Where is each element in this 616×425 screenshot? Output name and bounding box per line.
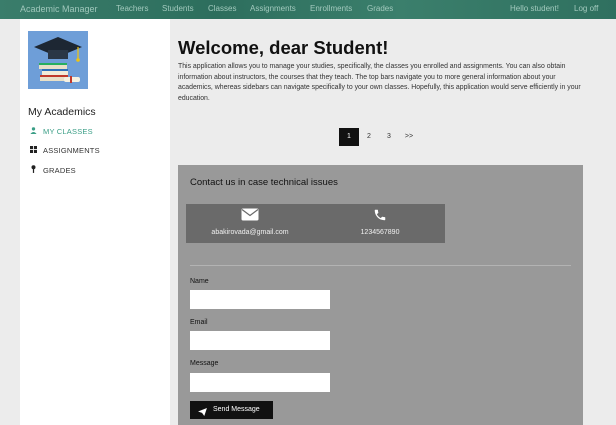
- sidebar-item-label: GRADES: [43, 166, 76, 175]
- divider: [190, 265, 571, 266]
- envelope-icon: [241, 208, 259, 226]
- page-next-button[interactable]: >>: [399, 128, 419, 146]
- contact-phone: 1234567890: [360, 229, 400, 236]
- sidebar-item-assignments[interactable]: ASSIGNMENTS: [28, 146, 100, 155]
- greeting-link[interactable]: Hello student!: [510, 4, 559, 13]
- sidebar-title: My Academics: [28, 106, 96, 118]
- sidebar: My Academics MY CLASSES ASSIGNMENTS GRAD…: [20, 19, 170, 425]
- email-label: Email: [190, 319, 208, 326]
- message-label: Message: [190, 360, 219, 367]
- contact-title: Contact us in case technical issues: [190, 177, 338, 188]
- send-message-label: Send Message: [213, 406, 260, 413]
- name-label: Name: [190, 278, 209, 285]
- page-title: Welcome, dear Student!: [178, 37, 389, 58]
- page-button-3[interactable]: 3: [379, 128, 399, 146]
- nav-link-students[interactable]: Students: [162, 4, 194, 13]
- send-message-button[interactable]: Send Message: [190, 401, 273, 419]
- nav-link-classes[interactable]: Classes: [208, 4, 236, 13]
- email-input[interactable]: [190, 331, 330, 350]
- logout-link[interactable]: Log off: [574, 4, 598, 13]
- nav-link-teachers[interactable]: Teachers: [116, 4, 148, 13]
- page-button-1[interactable]: 1: [339, 128, 359, 146]
- name-input[interactable]: [190, 290, 330, 309]
- top-navbar: Academic Manager Teachers Students Class…: [0, 0, 616, 19]
- graduation-logo-icon: [28, 31, 88, 89]
- contact-section: Contact us in case technical issues abak…: [178, 165, 583, 425]
- phone-icon: [373, 208, 387, 227]
- brand-link[interactable]: Academic Manager: [20, 4, 98, 14]
- grid-icon: [28, 146, 38, 155]
- user-icon: [28, 127, 38, 136]
- nav-link-assignments[interactable]: Assignments: [250, 4, 296, 13]
- page-button-2[interactable]: 2: [359, 128, 379, 146]
- sidebar-item-label: ASSIGNMENTS: [43, 146, 100, 155]
- pin-icon: [28, 165, 38, 175]
- pagination: 1 2 3 >>: [339, 128, 419, 146]
- nav-link-enrollments[interactable]: Enrollments: [310, 4, 352, 13]
- paper-plane-icon: [198, 406, 207, 424]
- sidebar-item-label: MY CLASSES: [43, 127, 93, 136]
- contact-email: abakirovada@gmail.com: [211, 229, 289, 236]
- intro-paragraph: This application allows you to manage yo…: [178, 63, 581, 102]
- sidebar-item-grades[interactable]: GRADES: [28, 165, 76, 175]
- message-input[interactable]: [190, 373, 330, 392]
- nav-link-grades[interactable]: Grades: [367, 4, 393, 13]
- contact-info-box: abakirovada@gmail.com 1234567890: [186, 204, 445, 243]
- sidebar-item-my-classes[interactable]: MY CLASSES: [28, 127, 93, 136]
